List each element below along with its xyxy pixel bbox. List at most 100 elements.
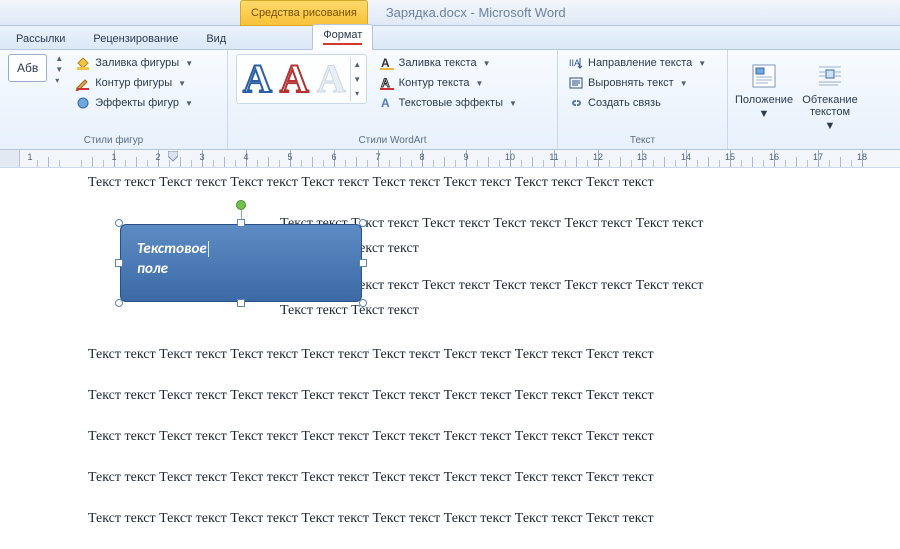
- tab-label: Вид: [206, 33, 226, 45]
- document-area[interactable]: Текст текст Текст текст Текст текст Текс…: [0, 168, 900, 549]
- group-shape-styles: Абв ▲ ▼ ▾ Заливка фигуры ▼: [0, 50, 228, 149]
- chevron-down-icon: ▼: [475, 79, 483, 88]
- button-label: Текстовые эффекты: [399, 97, 503, 109]
- button-label: Эффекты фигур: [95, 97, 179, 109]
- shape-body[interactable]: Текстовое поле: [120, 224, 362, 302]
- text-fill-button[interactable]: A Заливка текста ▼: [377, 54, 519, 72]
- button-label: Заливка текста: [399, 57, 477, 69]
- app-name: Microsoft Word: [478, 5, 565, 20]
- button-label: Выровнять текст: [588, 77, 674, 89]
- chevron-down-icon: ▼: [483, 59, 491, 68]
- chevron-down-icon: ▼: [185, 99, 193, 108]
- shape-fill-button[interactable]: Заливка фигуры ▼: [73, 54, 195, 72]
- text-run: Текст текст Текст текст Текст текст Текс…: [88, 429, 654, 444]
- shape-style-gallery-expand[interactable]: ▲ ▼ ▾: [55, 54, 63, 85]
- paint-bucket-icon: [75, 55, 91, 71]
- text-effects-button[interactable]: A Текстовые эффекты ▼: [377, 94, 519, 112]
- ribbon: Абв ▲ ▼ ▾ Заливка фигуры ▼: [0, 50, 900, 150]
- text-run: Текст текст Текст текст Текст текст Текс…: [88, 388, 654, 403]
- wordart-sample-3: А: [317, 59, 346, 99]
- group-text: IIA Направление текста ▼ Выровнять текст…: [558, 50, 728, 149]
- svg-text:A: A: [381, 56, 390, 70]
- resize-handle-n[interactable]: [237, 219, 245, 227]
- resize-handle-sw[interactable]: [115, 299, 123, 307]
- resize-handle-ne[interactable]: [359, 219, 367, 227]
- window-title: Зарядка.docx - Microsoft Word: [386, 5, 566, 20]
- chevron-down-icon: ▼: [509, 99, 517, 108]
- wordart-sample-2: А: [280, 59, 309, 99]
- shape-text-line: Текстовое: [137, 240, 207, 258]
- shape-style-sample: Абв: [17, 61, 38, 75]
- paragraph[interactable]: Текст текст Текст текст Текст текст Текс…: [280, 277, 900, 296]
- text-direction-button[interactable]: IIA Направление текста ▼: [566, 54, 708, 72]
- text-box-shape[interactable]: Текстовое поле: [120, 224, 362, 302]
- chevron-down-icon: ▼: [759, 108, 770, 120]
- tab-view[interactable]: Вид: [196, 29, 236, 49]
- position-icon: [748, 60, 780, 92]
- text-run: Текст текст Текст текст Текст текст Текс…: [88, 511, 654, 526]
- paragraph[interactable]: Текст текст Текст текст Текст текст Текс…: [30, 469, 860, 488]
- button-label: Контур текста: [399, 77, 470, 89]
- paragraph[interactable]: Текст текст Текст текст Текст текст Текс…: [30, 428, 860, 447]
- tab-review[interactable]: Рецензирование: [83, 29, 188, 49]
- tab-format[interactable]: Формат: [312, 24, 373, 50]
- wrap-text-button[interactable]: Обтекание текстом ▼: [802, 60, 858, 132]
- text-outline-button[interactable]: A Контур текста ▼: [377, 74, 519, 92]
- paragraph[interactable]: Текст текст Текст текст Текст текст Текс…: [280, 215, 900, 234]
- wordart-gallery-expand[interactable]: ▲▼▾: [350, 57, 364, 101]
- text-run: Текст текст Текст текст Текст текст Текс…: [88, 175, 654, 190]
- title-bar: Средства рисования Зарядка.docx - Micros…: [0, 0, 900, 26]
- button-label: Контур фигуры: [95, 77, 172, 89]
- resize-handle-w[interactable]: [115, 259, 123, 267]
- shape-outline-button[interactable]: Контур фигуры ▼: [73, 74, 195, 92]
- text-caret: [208, 241, 209, 257]
- position-button[interactable]: Положение ▼: [736, 60, 792, 120]
- active-underline: [323, 43, 362, 45]
- chevron-down-icon: ▼: [185, 59, 193, 68]
- tab-label: Рассылки: [16, 33, 65, 45]
- first-line-indent-marker[interactable]: [168, 151, 178, 167]
- resize-handle-e[interactable]: [359, 259, 367, 267]
- create-link-button[interactable]: Создать связь: [566, 94, 708, 112]
- text-fill-icon: A: [379, 55, 395, 71]
- button-label: Положение: [735, 94, 793, 106]
- pencil-icon: [75, 75, 91, 91]
- ribbon-tab-row: Рассылки Рецензирование Вид Формат: [0, 26, 900, 50]
- shape-style-gallery[interactable]: Абв: [8, 54, 47, 82]
- chevron-down-icon: ▼: [825, 120, 836, 132]
- paragraph[interactable]: Текст текст Текст текст Текст текст Текс…: [30, 174, 860, 193]
- paragraph[interactable]: Текст текст Текст текст Текст текст Текс…: [30, 387, 860, 406]
- paragraph[interactable]: Текст текст Текст текст Текст текст Текс…: [30, 346, 860, 365]
- resize-handle-nw[interactable]: [115, 219, 123, 227]
- rotation-handle[interactable]: [236, 200, 246, 210]
- group-label: Текст: [566, 133, 719, 149]
- resize-handle-se[interactable]: [359, 299, 367, 307]
- shape-effects-button[interactable]: Эффекты фигур ▼: [73, 94, 195, 112]
- text-effects-icon: A: [379, 95, 395, 111]
- chevron-down-icon: ▼: [698, 59, 706, 68]
- link-icon: [568, 95, 584, 111]
- document-name: Зарядка.docx: [386, 5, 467, 20]
- shape-text-line: поле: [137, 260, 168, 278]
- wordart-sample-1: А: [243, 59, 272, 99]
- page: Текст текст Текст текст Текст текст Текс…: [30, 174, 900, 549]
- wordart-gallery[interactable]: А А А ▲▼▾: [236, 54, 367, 104]
- group-label: Стили фигур: [8, 133, 219, 149]
- paragraph[interactable]: Текст текст Текст текст: [280, 302, 900, 321]
- button-label: Заливка фигуры: [95, 57, 179, 69]
- align-text-button[interactable]: Выровнять текст ▼: [566, 74, 708, 92]
- tab-label: Формат: [323, 29, 362, 41]
- paragraph[interactable]: Текст текст Текст текст: [280, 240, 900, 259]
- horizontal-ruler[interactable]: 1123456789101112131415161718: [0, 150, 900, 168]
- group-label: [736, 133, 870, 149]
- tab-mailings[interactable]: Рассылки: [6, 29, 75, 49]
- text-run: Текст текст Текст текст Текст текст Текс…: [88, 347, 654, 362]
- group-wordart-styles: А А А ▲▼▾ A Заливка текста ▼ A Контур: [228, 50, 558, 149]
- svg-text:A: A: [381, 96, 390, 110]
- tab-label: Рецензирование: [93, 33, 178, 45]
- group-arrange: Положение ▼ Обтекание текстом ▼: [728, 50, 878, 149]
- svg-text:A: A: [381, 76, 390, 90]
- text-direction-icon: IIA: [568, 55, 584, 71]
- resize-handle-s[interactable]: [237, 299, 245, 307]
- paragraph[interactable]: Текст текст Текст текст Текст текст Текс…: [30, 510, 860, 529]
